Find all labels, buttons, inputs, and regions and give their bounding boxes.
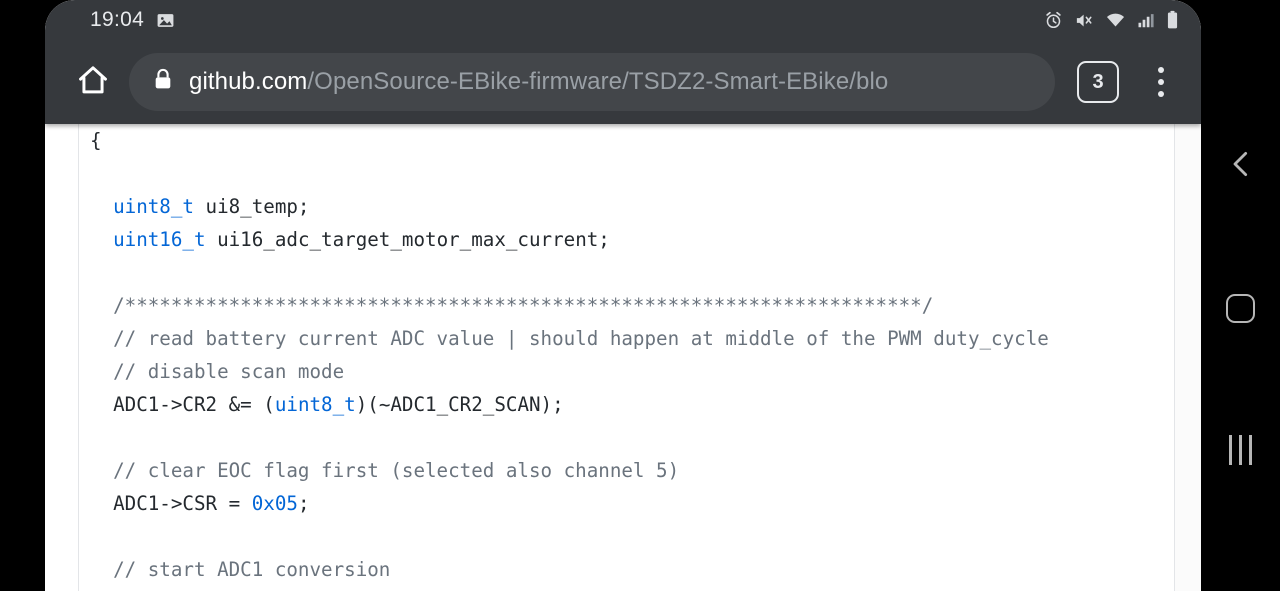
code-line: ADC1->CSR = 0x05;: [90, 487, 1201, 520]
browser-toolbar: github.com/OpenSource-EBike-firmware/TSD…: [45, 40, 1201, 124]
signal-icon: [1137, 11, 1155, 30]
browser-window: 19:04 github.com/OpenSource-EBike-firmwa…: [45, 0, 1201, 591]
menu-dot: [1158, 79, 1164, 85]
code-line: ADC1->CR2 &= (uint8_t)(~ADC1_CR2_SCAN);: [90, 388, 1201, 421]
code-token: uint16_t: [90, 228, 206, 251]
address-bar[interactable]: github.com/OpenSource-EBike-firmware/TSD…: [129, 53, 1055, 111]
code-gutter-divider: [78, 124, 79, 591]
wifi-icon: [1105, 11, 1126, 30]
code-line: ADC1->CR1 |= ADC1_CR1_ADON;: [90, 586, 1201, 591]
tab-counter-button[interactable]: 3: [1077, 61, 1119, 103]
url-path: /OpenSource-EBike-firmware/TSDZ2-Smart-E…: [307, 68, 889, 95]
code-line: // disable scan mode: [90, 355, 1201, 388]
code-token: ui16_adc_target_motor_max_current;: [205, 228, 610, 251]
code-token: ;: [297, 492, 310, 515]
status-bar-left: 19:04: [90, 8, 175, 32]
code-token: )(~ADC1_CR2_SCAN);: [355, 393, 564, 416]
lock-icon: [153, 68, 173, 96]
page-viewport[interactable]: { uint8_t ui8_temp; uint16_t ui16_adc_ta…: [45, 124, 1201, 591]
recents-bars-icon: [1229, 435, 1252, 465]
code-token: // disable scan mode: [90, 360, 345, 383]
home-icon: [76, 63, 110, 102]
image-icon: [156, 11, 175, 30]
device-screen: 19:04 github.com/OpenSource-EBike-firmwa…: [0, 0, 1280, 591]
code-token: uint8_t: [90, 195, 194, 218]
code-token: // clear EOC flag first (selected also c…: [90, 459, 680, 482]
code-line: {: [90, 124, 1201, 157]
nav-recents-button[interactable]: [1213, 422, 1269, 478]
menu-dot: [1158, 67, 1164, 73]
url-host: github.com: [189, 68, 308, 95]
status-bar-right: [1044, 10, 1179, 30]
code-token: /***************************************…: [90, 294, 934, 317]
url-text: github.com/OpenSource-EBike-firmware/TSD…: [189, 68, 888, 96]
back-chevron-icon: [1225, 148, 1257, 185]
code-line: // read battery current ADC value | shou…: [90, 322, 1201, 355]
alarm-icon: [1044, 11, 1063, 30]
home-square-icon: [1226, 293, 1255, 323]
browser-chrome: 19:04 github.com/OpenSource-EBike-firmwa…: [45, 0, 1201, 124]
code-token: 0x05: [251, 492, 298, 515]
battery-icon: [1166, 10, 1179, 30]
code-token: ui8_temp;: [193, 195, 310, 218]
mute-vibrate-icon: [1074, 11, 1094, 30]
source-code-block: { uint8_t ui8_temp; uint16_t ui16_adc_ta…: [90, 124, 1201, 591]
code-line: /***************************************…: [90, 289, 1201, 322]
menu-dot: [1158, 91, 1164, 97]
overflow-menu-button[interactable]: [1139, 57, 1183, 107]
tab-count-label: 3: [1092, 70, 1104, 93]
android-navigation-bar: [1201, 0, 1280, 591]
code-token: // start ADC1 conversion: [90, 558, 391, 581]
code-token: // read battery current ADC value | shou…: [90, 327, 1049, 350]
home-button[interactable]: [67, 56, 119, 108]
code-line: // start ADC1 conversion: [90, 553, 1201, 586]
code-token: uint8_t: [274, 393, 356, 416]
code-line: // clear EOC flag first (selected also c…: [90, 454, 1201, 487]
code-token: {: [90, 129, 102, 152]
code-token: ADC1->CR2 &= (: [90, 393, 275, 416]
code-token: ADC1->CSR =: [90, 492, 252, 515]
android-status-bar: 19:04: [45, 0, 1201, 40]
code-line: uint8_t ui8_temp;: [90, 190, 1201, 223]
status-clock: 19:04: [90, 8, 145, 31]
nav-back-button[interactable]: [1213, 138, 1269, 194]
nav-home-button[interactable]: [1213, 280, 1269, 336]
code-line: uint16_t ui16_adc_target_motor_max_curre…: [90, 223, 1201, 256]
